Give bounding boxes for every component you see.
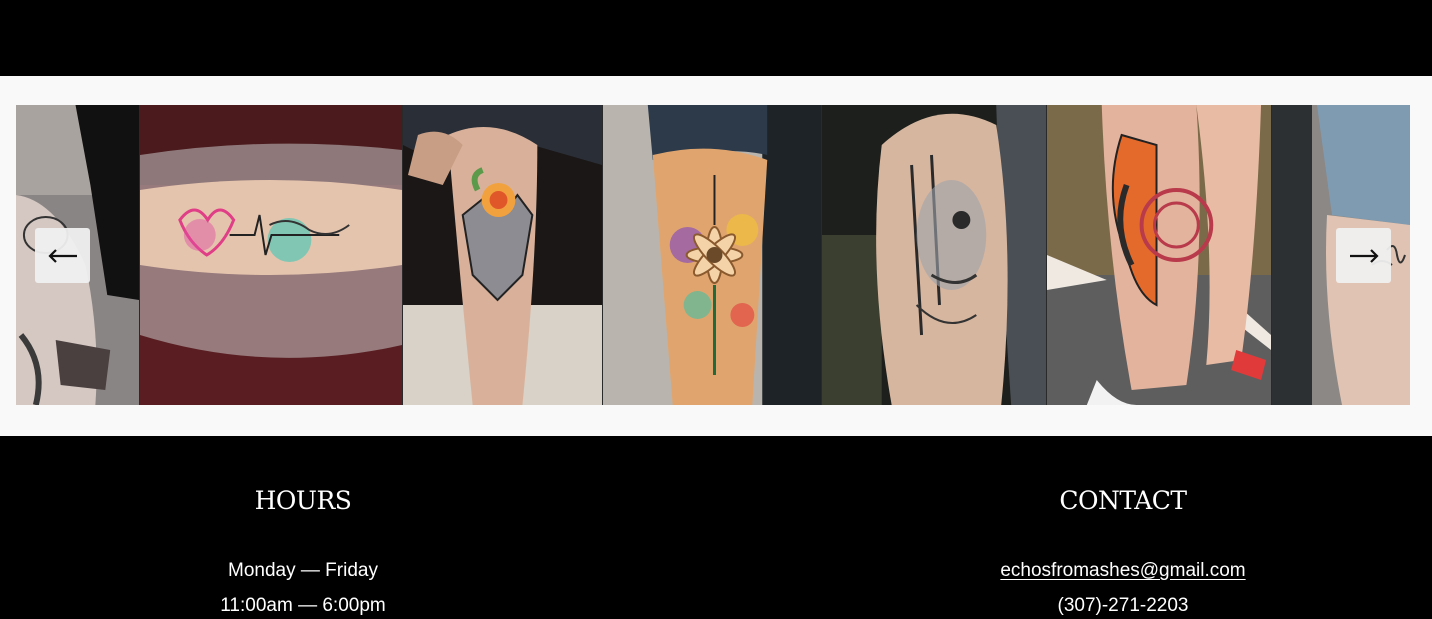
contact-heading: CONTACT (1059, 486, 1187, 515)
contact-section: CONTACT echosfromashes@gmail.com (307)-2… (973, 436, 1273, 619)
arrow-left-icon (47, 248, 77, 263)
hours-time: 11:00am — 6:00pm (220, 595, 386, 616)
photo-icon (603, 105, 821, 405)
tattoo-gallery (0, 76, 1432, 436)
hours-days: Monday — Friday (228, 560, 378, 581)
photo-icon (403, 105, 602, 405)
hours-section: HOURS Monday — Friday 11:00am — 6:00pm (153, 436, 453, 619)
slide-wolf-rose-tattoo[interactable] (403, 105, 603, 405)
top-bar (0, 0, 1432, 76)
gallery-next-button[interactable] (1336, 228, 1391, 283)
arrow-right-icon (1349, 248, 1379, 263)
slide-heartbeat-strength-tattoo[interactable] (140, 105, 403, 405)
footer: HOURS Monday — Friday 11:00am — 6:00pm C… (0, 436, 1432, 619)
gallery-track (16, 105, 1410, 405)
gallery-prev-button[interactable] (35, 228, 90, 283)
slide-skull-face-tattoo[interactable] (822, 105, 1047, 405)
photo-icon (1047, 105, 1271, 405)
hours-heading: HOURS (254, 486, 352, 515)
slide-moth-mandala-tattoo[interactable] (1047, 105, 1272, 405)
slide-watercolor-daisy-tattoo[interactable] (603, 105, 822, 405)
contact-email-link[interactable]: echosfromashes@gmail.com (1000, 560, 1245, 581)
contact-phone[interactable]: (307)-271-2203 (973, 588, 1273, 619)
photo-icon (822, 105, 1046, 405)
photo-icon (140, 105, 402, 405)
